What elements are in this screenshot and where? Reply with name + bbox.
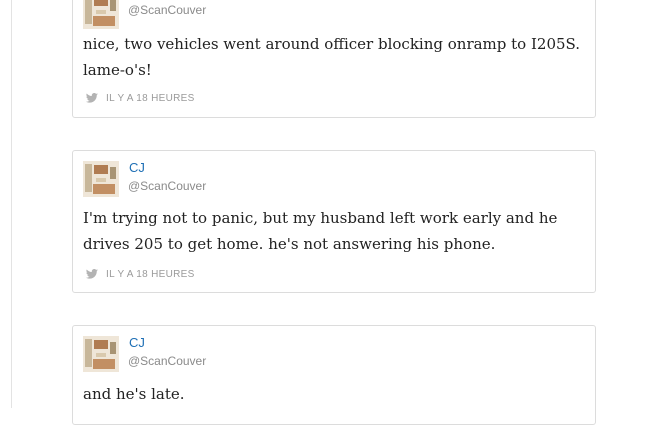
tweet-meta: IL Y A 18 HEURES — [85, 93, 195, 104]
avatar[interactable] — [83, 0, 119, 29]
tweet-timestamp[interactable]: IL Y A 18 HEURES — [106, 269, 195, 280]
tweet-handle[interactable]: @ScanCouver — [128, 354, 206, 368]
tweet-text-line: drives 205 to get home. he's not answeri… — [83, 235, 496, 253]
tweet-card: CJ @ScanCouver I'm trying not to panic, … — [72, 150, 596, 293]
tweet-author[interactable]: CJ — [129, 160, 145, 175]
tweet-handle[interactable]: @ScanCouver — [128, 3, 206, 17]
tweet-timestamp[interactable]: IL Y A 18 HEURES — [106, 93, 195, 104]
tweet-author[interactable]: CJ — [129, 335, 145, 350]
tweet-card: @ScanCouver nice, two vehicles went arou… — [72, 0, 596, 118]
tweet-text-line: nice, two vehicles went around officer b… — [83, 35, 581, 53]
tweet-card: CJ @ScanCouver and he's late. — [72, 325, 596, 425]
tweet-text: and he's late. — [83, 381, 583, 407]
avatar[interactable] — [83, 336, 119, 372]
left-divider — [11, 0, 12, 408]
tweet-text-line: I'm trying not to panic, but my husband … — [83, 209, 558, 227]
avatar[interactable] — [83, 161, 119, 197]
tweet-text-line: and he's late. — [83, 385, 185, 403]
tweet-text: nice, two vehicles went around officer b… — [83, 31, 583, 83]
tweet-text-line: lame-o's! — [83, 61, 152, 79]
twitter-bird-icon — [85, 269, 99, 279]
twitter-bird-icon — [85, 93, 99, 103]
tweet-meta: IL Y A 18 HEURES — [85, 269, 195, 280]
tweet-handle[interactable]: @ScanCouver — [128, 179, 206, 193]
tweet-text: I'm trying not to panic, but my husband … — [83, 205, 583, 257]
